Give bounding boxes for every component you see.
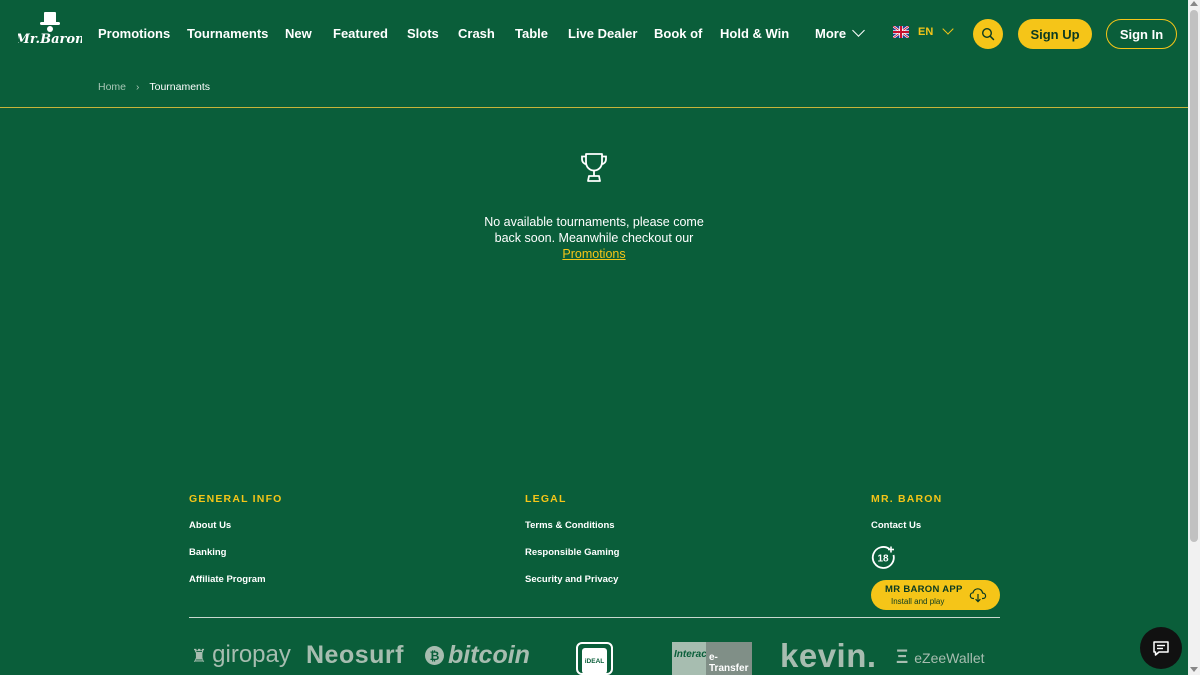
svg-text:Mr.Baron: Mr.Baron [18,32,82,47]
uk-flag-icon [893,26,909,38]
scrollbar-thumb[interactable] [1190,10,1198,542]
sign-up-button[interactable]: Sign Up [1018,19,1092,49]
ideal-text: iDEAL [582,648,607,674]
scroll-up-arrow-icon[interactable] [1190,1,1198,6]
age-18-plus-icon: 18 [871,546,895,569]
app-button-subtitle: Install and play [891,597,945,606]
trophy-icon [581,153,607,182]
top-hat-logo-icon: Mr.Baron [15,12,84,47]
svg-text:18: 18 [877,554,889,565]
app-button-title: MR BARON APP [885,584,963,595]
etransfer-text: e-Transfer [706,642,752,675]
footer-link-contact-us[interactable]: Contact Us [871,520,921,531]
live-chat-button[interactable] [1140,627,1182,669]
footer-link-security-privacy[interactable]: Security and Privacy [525,574,618,585]
kevin-logo: kevin. [780,637,877,674]
promotions-link[interactable]: Promotions [470,246,718,262]
nav-book-of[interactable]: Book of [654,26,702,41]
chevron-down-icon [942,23,954,35]
footer-link-affiliate-program[interactable]: Affiliate Program [189,574,266,585]
ezeewallet-logo: ΞeZeeWallet [896,647,985,669]
header-divider [0,107,1188,108]
scroll-down-arrow-icon[interactable] [1190,667,1198,672]
interac-logo: Interac e-Transfer [672,642,752,675]
nav-slots[interactable]: Slots [407,26,439,41]
site-header: Mr.Baron Promotions Tournaments New Feat… [0,0,1188,68]
giropay-text: giropay [212,641,291,668]
bitcoin-logo: ₿ bitcoin [425,641,530,670]
language-code: EN [918,26,934,38]
nav-crash[interactable]: Crash [458,26,495,41]
bitcoin-coin-icon: ₿ [425,646,444,665]
nav-hold-and-win[interactable]: Hold & Win [720,26,789,41]
breadcrumb: Home › Tournaments [98,81,210,93]
giropay-logo: ♜ giropay [191,641,291,669]
nav-promotions[interactable]: Promotions [98,26,170,41]
ezeewallet-text: eZeeWallet [914,650,985,666]
nav-live-dealer[interactable]: Live Dealer [568,26,637,41]
footer-brand-title: MR. BARON [871,493,943,505]
page-scrollbar[interactable] [1188,0,1200,675]
nav-more-label: More [815,26,847,41]
chevron-down-icon [852,24,865,37]
sign-in-button[interactable]: Sign In [1106,19,1177,49]
nav-more-dropdown[interactable]: More [815,24,865,41]
mr-baron-app-button[interactable]: MR BARON APP Install and play [871,580,1000,610]
breadcrumb-separator: › [136,81,140,93]
language-selector[interactable]: EN [893,23,954,38]
ezeewallet-mark-icon: Ξ [896,647,909,668]
footer-legal-title: LEGAL [525,493,567,505]
breadcrumb-home[interactable]: Home [98,81,126,93]
search-button[interactable] [973,19,1003,49]
empty-state-text: No available tournaments, please come ba… [484,215,704,245]
nav-featured[interactable]: Featured [333,26,388,41]
breadcrumb-current: Tournaments [149,81,211,93]
footer-divider [189,617,1000,618]
footer-link-terms[interactable]: Terms & Conditions [525,520,615,531]
no-tournaments-message: No available tournaments, please come ba… [470,214,718,262]
nav-new[interactable]: New [285,26,312,41]
cloud-download-icon [969,588,987,603]
search-icon [981,27,995,41]
chat-icon [1153,640,1169,656]
nav-table[interactable]: Table [515,26,548,41]
ideal-logo: iDEAL [576,642,613,675]
nav-tournaments[interactable]: Tournaments [187,26,268,41]
neosurf-logo: Neosurf [306,641,404,669]
bitcoin-text: bitcoin [448,641,530,669]
footer-link-banking[interactable]: Banking [189,547,226,558]
footer-link-responsible-gaming[interactable]: Responsible Gaming [525,547,620,558]
giropay-mark-icon: ♜ [191,646,208,666]
footer-link-about-us[interactable]: About Us [189,520,231,531]
interac-text: Interac [672,642,707,675]
mr-baron-logo[interactable]: Mr.Baron [15,10,84,50]
footer-general-info-title: GENERAL INFO [189,493,283,505]
